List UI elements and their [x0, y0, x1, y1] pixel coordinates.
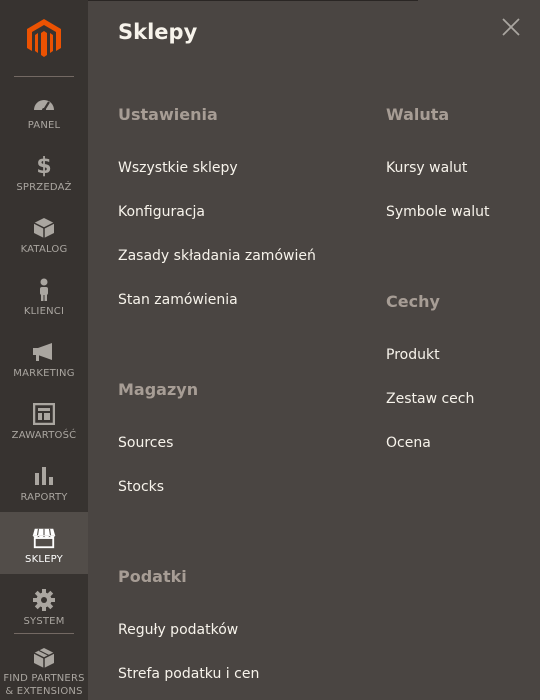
section-title-podatki: Podatki	[118, 567, 187, 586]
section-title-magazyn: Magazyn	[118, 380, 199, 399]
menu-link-sources[interactable]: Sources	[118, 435, 173, 451]
menu-link-currency-rates[interactable]: Kursy walut	[386, 160, 467, 176]
sidebar-item-stores[interactable]: SKLEPY	[0, 512, 88, 574]
sidebar-item-label: RAPORTY	[20, 492, 68, 503]
menu-link-product-attributes[interactable]: Produkt	[386, 347, 440, 363]
bar-chart-icon	[32, 464, 56, 488]
gear-icon	[32, 588, 56, 612]
sidebar-item-label: SPRZEDAŻ	[16, 182, 72, 193]
panel-title: Sklepy	[118, 20, 198, 44]
sidebar-item-label: SKLEPY	[25, 554, 63, 565]
partners-label-line2: & EXTENSIONS	[5, 686, 83, 697]
sidebar-item-sales[interactable]: $ SPRZEDAŻ	[0, 140, 88, 202]
panel-top-border	[88, 0, 418, 1]
menu-link-attribute-set[interactable]: Zestaw cech	[386, 391, 474, 407]
person-icon	[32, 278, 56, 302]
sidebar-item-system[interactable]: SYSTEM	[0, 574, 88, 636]
menu-link-tax-rules[interactable]: Reguły podatków	[118, 622, 238, 638]
sidebar-item-label: MARKETING	[13, 368, 75, 379]
section-title-waluta: Waluta	[386, 105, 450, 124]
sidebar-item-panel[interactable]: PANEL	[0, 78, 88, 140]
sidebar-item-label: KLIENCI	[23, 306, 65, 317]
menu-link-stocks[interactable]: Stocks	[118, 479, 164, 495]
sidebar-item-marketing[interactable]: MARKETING	[0, 326, 88, 388]
sidebar-item-label: ZAWARTOŚĆ	[11, 430, 77, 441]
magento-logo[interactable]	[0, 0, 88, 76]
sidebar-item-customers[interactable]: KLIENCI	[0, 264, 88, 326]
menu-link-tax-zones-rates[interactable]: Strefa podatku i cen	[118, 666, 259, 682]
sidebar-item-label: KATALOG	[20, 244, 68, 255]
menu-link-terms-conditions[interactable]: Zasady składania zamówień	[118, 248, 316, 264]
sidebar-item-catalog[interactable]: KATALOG	[0, 202, 88, 264]
menu-link-configuration[interactable]: Konfiguracja	[118, 204, 205, 220]
boxes-icon	[32, 646, 56, 670]
store-icon	[32, 526, 56, 550]
dashboard-icon	[32, 92, 56, 116]
magento-logo-icon	[27, 19, 61, 57]
sidebar-item-find-partners[interactable]: FIND PARTNERS & EXTENSIONS	[0, 636, 88, 700]
menu-link-all-stores[interactable]: Wszystkie sklepy	[118, 160, 238, 176]
sidebar-item-label: SYSTEM	[23, 616, 65, 627]
dollar-icon: $	[36, 153, 52, 179]
sidebar-item-content[interactable]: ZAWARTOŚĆ	[0, 388, 88, 450]
megaphone-icon	[32, 340, 56, 364]
box-icon	[32, 216, 56, 240]
sidebar-item-reports[interactable]: RAPORTY	[0, 450, 88, 512]
close-panel-button[interactable]	[500, 16, 522, 38]
menu-link-order-status[interactable]: Stan zamówienia	[118, 292, 238, 308]
admin-sidebar: PANEL $ SPRZEDAŻ KATALOG KLIENCI MARKETI…	[0, 0, 88, 700]
sidebar-item-label: FIND PARTNERS & EXTENSIONS	[3, 672, 84, 698]
sidebar-item-label: PANEL	[27, 120, 61, 131]
partners-label-line1: FIND PARTNERS	[3, 673, 85, 684]
layout-icon	[32, 402, 56, 426]
logo-divider	[14, 76, 74, 77]
section-title-cechy: Cechy	[386, 292, 440, 311]
section-title-ustawienia: Ustawienia	[118, 105, 218, 124]
close-icon	[502, 18, 520, 36]
menu-link-currency-symbols[interactable]: Symbole walut	[386, 204, 490, 220]
sidebar-divider	[14, 633, 74, 634]
menu-link-rating[interactable]: Ocena	[386, 435, 431, 451]
